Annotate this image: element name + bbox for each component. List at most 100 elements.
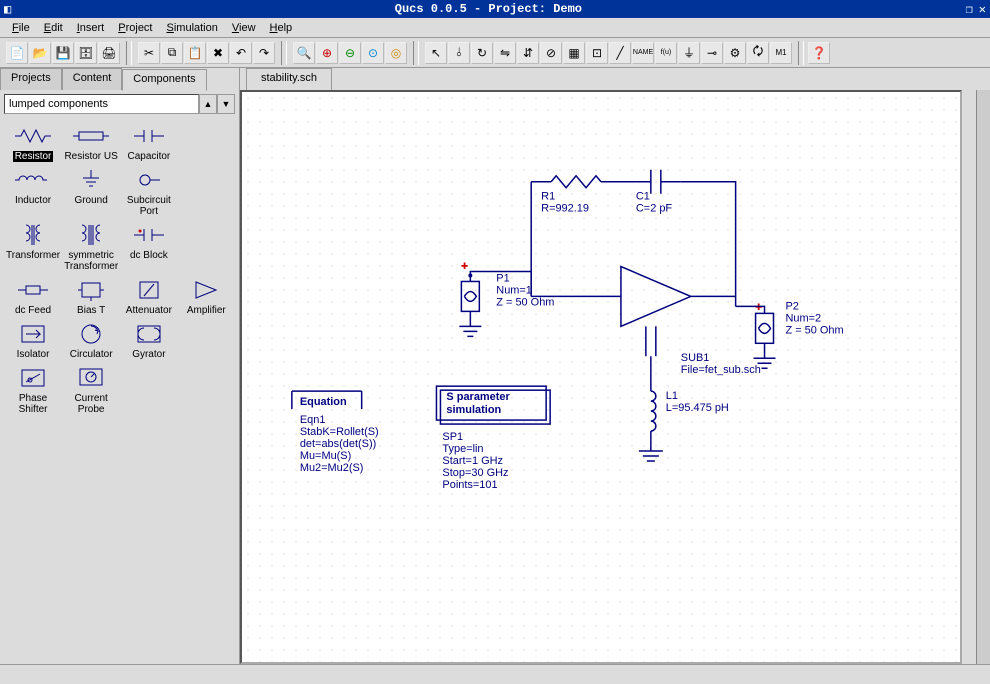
palette-circulator[interactable]: Circulator — [64, 322, 118, 360]
sparam-title2: simulation — [446, 404, 501, 416]
component-glyph-icon — [71, 322, 111, 346]
palette-current-probe[interactable]: Current Probe — [64, 366, 118, 415]
component-glyph-icon — [71, 168, 111, 192]
paste-icon[interactable]: 📋 — [184, 42, 206, 64]
window-titlebar: ◧ Qucs 0.0.5 - Project: Demo ❐ ✕ — [0, 0, 990, 18]
zoom-in-icon[interactable]: ⊕ — [316, 42, 338, 64]
redo-icon[interactable]: ↷ — [253, 42, 275, 64]
help-icon[interactable]: ❓ — [808, 42, 830, 64]
port-icon[interactable]: ⊸ — [701, 42, 723, 64]
svg-text:Points=101: Points=101 — [442, 479, 497, 491]
eqn-name: Eqn1 — [300, 414, 326, 426]
palette-label: Inductor — [15, 195, 51, 206]
menu-file[interactable]: File — [6, 20, 36, 36]
palette-symmetric-transformer[interactable]: symmetric Transformer — [64, 223, 118, 272]
schematic-canvas[interactable]: R1 R=992.19 C1 C=2 pF + — [240, 90, 962, 664]
component-glyph-icon — [71, 278, 111, 302]
zoom-reset-icon[interactable]: ⊙ — [362, 42, 384, 64]
p1-l1: Num=1 — [496, 284, 532, 296]
palette-label: dc Block — [130, 250, 168, 261]
grid-icon[interactable]: ▦ — [563, 42, 585, 64]
component-glyph-icon — [13, 168, 53, 192]
palette-capacitor[interactable]: Capacitor — [122, 124, 175, 162]
palette-label: Phase Shifter — [6, 393, 60, 415]
zoom-out-icon[interactable]: ⊖ — [339, 42, 361, 64]
save-icon[interactable]: 💾 — [52, 42, 74, 64]
statusbar — [0, 664, 990, 684]
simulate-icon[interactable]: ⚙ — [724, 42, 746, 64]
close-icon[interactable]: ✕ — [979, 2, 986, 17]
new-icon[interactable]: 📄 — [6, 42, 28, 64]
document-tab[interactable]: stability.sch — [246, 68, 332, 90]
palette-resistor-us[interactable]: Resistor US — [64, 124, 118, 162]
component-glyph-icon — [13, 322, 53, 346]
chevron-up-icon[interactable]: ▲ — [199, 94, 217, 114]
refresh-icon[interactable]: 🗘 — [747, 42, 769, 64]
node-icon[interactable]: ⊡ — [586, 42, 608, 64]
palette-amplifier[interactable]: Amplifier — [180, 278, 233, 316]
component-glyph-icon — [129, 278, 169, 302]
p1-name: P1 — [496, 272, 509, 284]
palette-inductor[interactable]: Inductor — [6, 168, 60, 217]
svg-text:+: + — [756, 301, 762, 313]
sub1-val: File=fet_sub.sch — [681, 364, 761, 376]
select-icon[interactable]: ↖ — [425, 42, 447, 64]
palette-attenuator[interactable]: Attenuator — [122, 278, 175, 316]
palette-gyrator[interactable]: Gyrator — [122, 322, 175, 360]
maximize-icon[interactable]: ❐ — [966, 2, 973, 17]
tab-components[interactable]: Components — [122, 69, 206, 91]
palette-ground[interactable]: Ground — [64, 168, 118, 217]
side-panel: Projects Content Components ▲ ▼ Resistor… — [0, 68, 240, 664]
sp-name: SP1 — [442, 431, 463, 443]
palette-label: Transformer — [6, 250, 60, 261]
equation-title: Equation — [300, 396, 347, 408]
menu-help[interactable]: Help — [264, 20, 299, 36]
label-icon[interactable]: NAME — [632, 42, 654, 64]
ground-icon[interactable]: ⏚ — [678, 42, 700, 64]
component-category-select[interactable] — [4, 94, 199, 114]
chevron-down-icon[interactable]: ▼ — [217, 94, 235, 114]
deactivate-icon[interactable]: ⊘ — [540, 42, 562, 64]
tab-projects[interactable]: Projects — [0, 68, 62, 90]
undo-icon[interactable]: ↶ — [230, 42, 252, 64]
open-icon[interactable]: 📂 — [29, 42, 51, 64]
menu-insert[interactable]: Insert — [71, 20, 111, 36]
rotate-icon[interactable]: ↻ — [471, 42, 493, 64]
palette-label: Ground — [74, 195, 107, 206]
palette-dc-block[interactable]: dc Block — [122, 223, 175, 272]
palette-isolator[interactable]: Isolator — [6, 322, 60, 360]
palette-bias-t[interactable]: Bias T — [64, 278, 118, 316]
mirrory-icon[interactable]: ⇵ — [517, 42, 539, 64]
zoom-fit-icon[interactable]: 🔍 — [293, 42, 315, 64]
delete-icon[interactable]: ✖ — [207, 42, 229, 64]
palette-phase-shifter[interactable]: Phase Shifter — [6, 366, 60, 415]
marker-icon[interactable]: M1 — [770, 42, 792, 64]
cut-icon[interactable]: ✂ — [138, 42, 160, 64]
sparam-title1: S parameter — [446, 391, 510, 403]
menu-edit[interactable]: Edit — [38, 20, 69, 36]
menubar: File Edit Insert Project Simulation View… — [0, 18, 990, 38]
component-glyph-icon — [129, 124, 169, 148]
component-glyph-icon — [13, 124, 53, 148]
palette-resistor[interactable]: Resistor — [6, 124, 60, 162]
component-glyph-icon — [71, 223, 111, 247]
equation-icon[interactable]: f(u) — [655, 42, 677, 64]
print-icon[interactable]: 🖨 — [98, 42, 120, 64]
vertical-scrollbar[interactable] — [976, 90, 990, 664]
menu-project[interactable]: Project — [112, 20, 158, 36]
menu-view[interactable]: View — [226, 20, 262, 36]
mirrorx-icon[interactable]: ⇋ — [494, 42, 516, 64]
tab-content[interactable]: Content — [62, 68, 123, 90]
wire-icon[interactable]: ⫰ — [448, 42, 470, 64]
palette-dc-feed[interactable]: dc Feed — [6, 278, 60, 316]
save-all-icon[interactable]: 🗄 — [75, 42, 97, 64]
zoom-window-icon[interactable]: ◎ — [385, 42, 407, 64]
palette-transformer[interactable]: Transformer — [6, 223, 60, 272]
svg-text:StabK=Rollet(S): StabK=Rollet(S) — [300, 426, 379, 438]
copy-icon[interactable]: ⧉ — [161, 42, 183, 64]
palette-subcircuit-port[interactable]: Subcircuit Port — [122, 168, 175, 217]
svg-text:Stop=30 GHz: Stop=30 GHz — [442, 467, 508, 479]
menu-simulation[interactable]: Simulation — [161, 20, 224, 36]
component-glyph-icon — [71, 124, 111, 148]
wire2-icon[interactable]: ╱ — [609, 42, 631, 64]
